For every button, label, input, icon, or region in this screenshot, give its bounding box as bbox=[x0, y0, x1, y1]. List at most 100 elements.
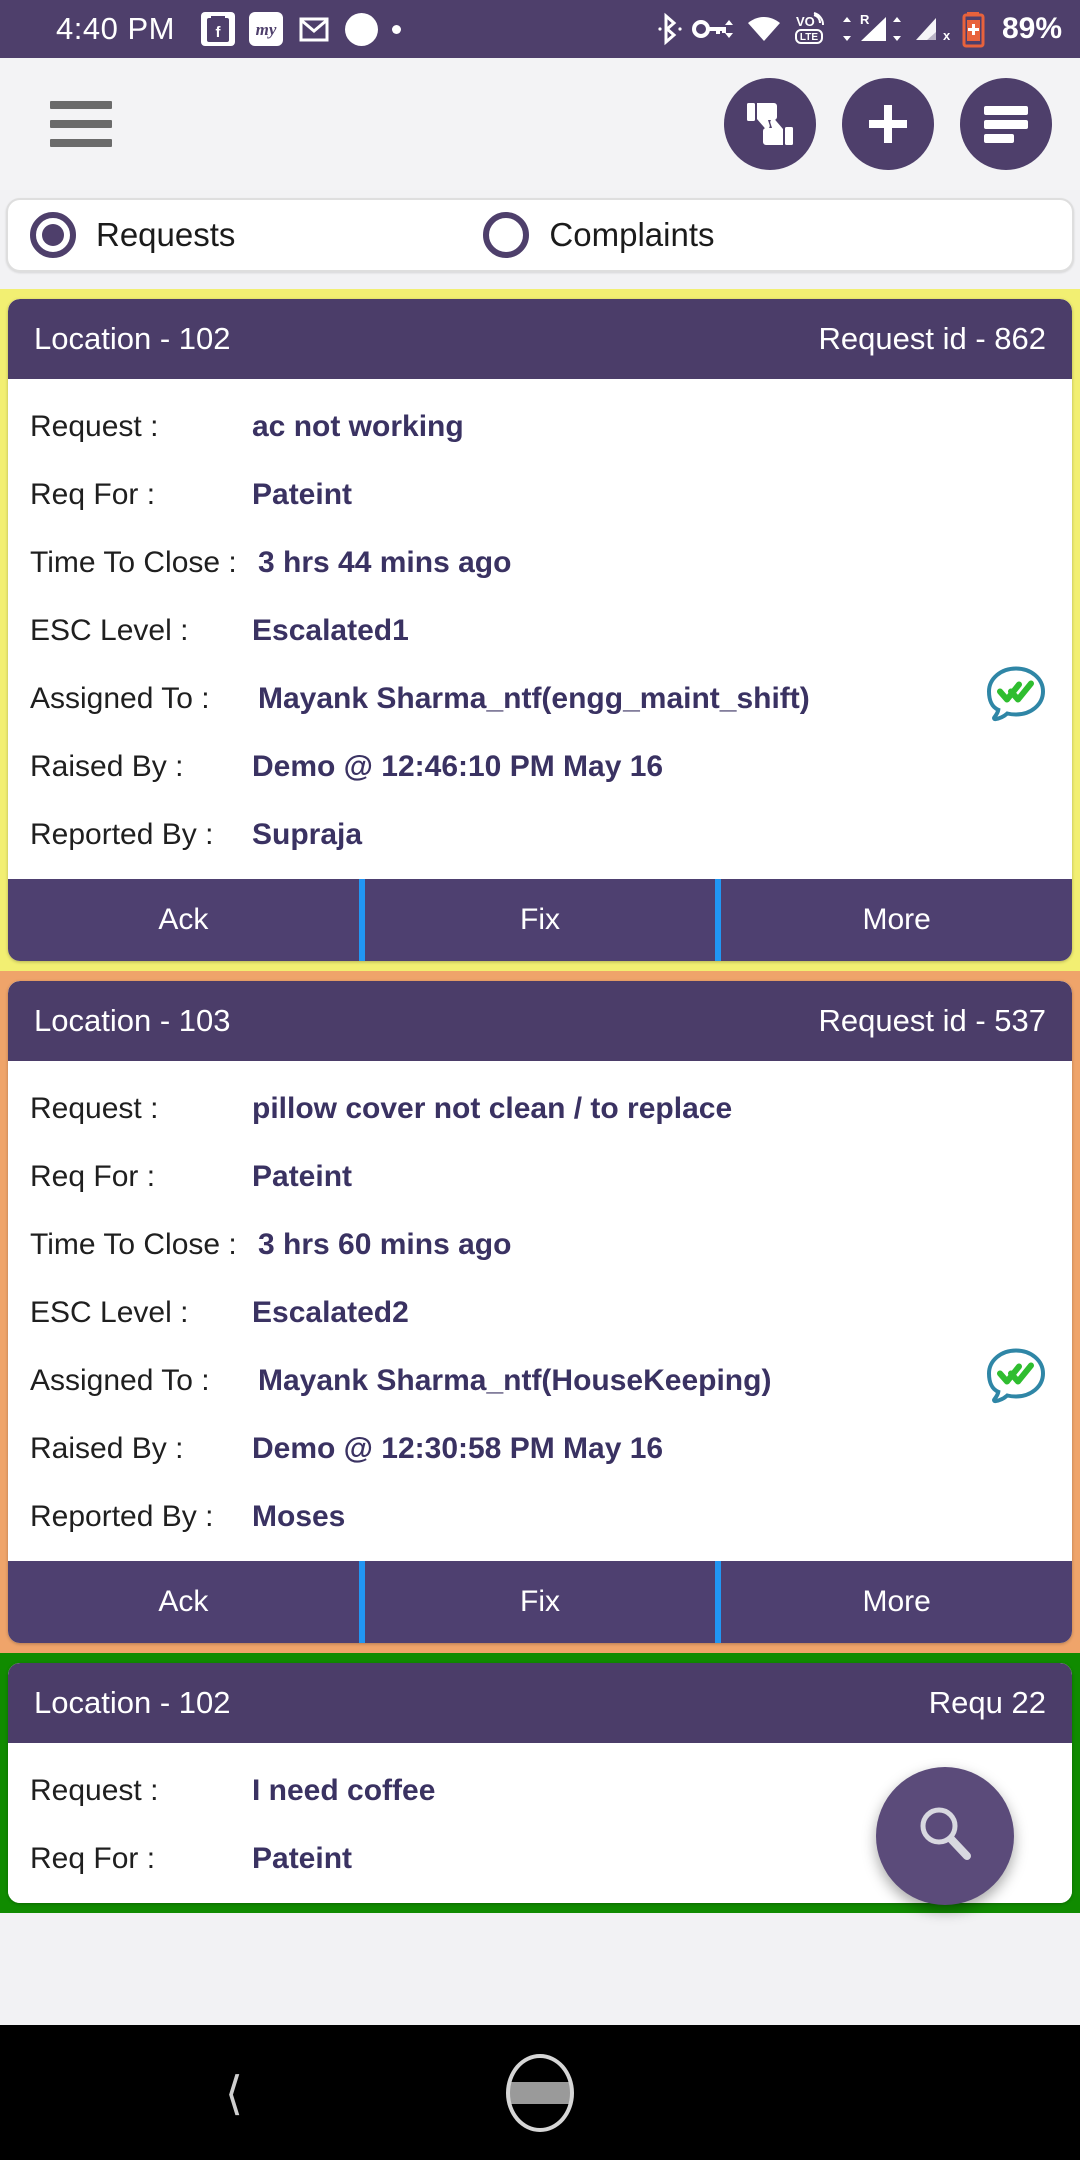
row-raised-by: Raised By : Demo @ 12:30:58 PM May 16 bbox=[8, 1415, 1072, 1483]
card-body: Request : pillow cover not clean / to re… bbox=[8, 1061, 1072, 1561]
status-bar-time: 4:40 PM bbox=[56, 11, 175, 46]
fix-button[interactable]: Fix bbox=[358, 1561, 716, 1643]
radio-selected-icon bbox=[30, 212, 76, 258]
filter-segmented-control: Requests Complaints bbox=[6, 198, 1074, 272]
value-time-to-close: 3 hrs 44 mins ago bbox=[258, 546, 512, 579]
value-request: I need coffee bbox=[252, 1774, 436, 1807]
row-request: Request : ac not working bbox=[8, 393, 1072, 461]
back-chevron-icon[interactable]: ⟨ bbox=[225, 2070, 243, 2116]
card-location: Location - 102 bbox=[34, 1685, 231, 1720]
label-req-for: Req For : bbox=[30, 478, 156, 511]
svg-text:LTE: LTE bbox=[800, 32, 818, 43]
list-lines-icon[interactable] bbox=[960, 78, 1052, 170]
battery-charging-icon bbox=[961, 10, 987, 48]
label-req-for: Req For : bbox=[30, 1842, 156, 1875]
value-reported-by: Moses bbox=[252, 1500, 346, 1533]
label-request: Request : bbox=[30, 1774, 159, 1807]
card-body: Request : ac not working Req For : Patei… bbox=[8, 379, 1072, 879]
thumbs-updown-icon[interactable] bbox=[724, 78, 816, 170]
row-reported-by: Reported By : Supraja bbox=[8, 801, 1072, 869]
svg-text:x: x bbox=[943, 28, 951, 43]
card-request-id: Request id - 537 bbox=[818, 1003, 1046, 1038]
status-bar-notification-icons: f my bbox=[200, 12, 401, 46]
whatsapp-double-tick-icon[interactable] bbox=[980, 1343, 1052, 1420]
card-header: Location - 103 Request id - 537 bbox=[8, 981, 1072, 1061]
home-pill-icon[interactable] bbox=[506, 2053, 574, 2132]
status-bar: 4:40 PM f my VO LTE R x 89% bbox=[0, 0, 1080, 58]
white-circle-icon bbox=[344, 12, 378, 46]
bluetooth-icon bbox=[657, 12, 683, 46]
label-req-for: Req For : bbox=[30, 1160, 156, 1193]
radio-label-complaints: Complaints bbox=[549, 216, 715, 253]
card-location: Location - 102 bbox=[34, 321, 231, 356]
value-request: pillow cover not clean / to replace bbox=[252, 1092, 733, 1125]
dot-icon bbox=[391, 24, 401, 34]
label-time-to-close: Time To Close : bbox=[30, 546, 237, 579]
search-fab-button[interactable] bbox=[876, 1767, 1014, 1905]
value-assigned-to: Mayank Sharma_ntf(engg_maint_shift) bbox=[258, 682, 810, 715]
fix-button[interactable]: Fix bbox=[358, 879, 716, 961]
svg-text:R: R bbox=[860, 12, 870, 27]
row-raised-by: Raised By : Demo @ 12:46:10 PM May 16 bbox=[8, 733, 1072, 801]
more-button[interactable]: More bbox=[715, 879, 1072, 961]
svg-text:VO: VO bbox=[796, 14, 815, 29]
svg-text:my: my bbox=[256, 20, 277, 39]
row-esc-level: ESC Level : Escalated2 bbox=[8, 1279, 1072, 1347]
radio-option-complaints[interactable]: Complaints bbox=[483, 212, 715, 258]
volte-icon: VO LTE bbox=[792, 11, 832, 47]
more-button[interactable]: More bbox=[715, 1561, 1072, 1643]
card-container: Location - 102 Request id - 862 Request … bbox=[8, 299, 1072, 961]
row-assigned-to: Assigned To : Mayank Sharma_ntf(engg_mai… bbox=[8, 665, 1072, 733]
gmail-icon bbox=[297, 12, 331, 46]
request-card-537: Location - 103 Request id - 537 Request … bbox=[0, 971, 1080, 1653]
card-header: Location - 102 Requ 22 bbox=[8, 1663, 1072, 1743]
plus-icon[interactable] bbox=[842, 78, 934, 170]
roaming-signal-icon: R bbox=[841, 11, 903, 47]
status-bar-system-icons: VO LTE R x 89% bbox=[657, 10, 1062, 48]
value-request: ac not working bbox=[252, 410, 464, 443]
card-header: Location - 102 Request id - 862 bbox=[8, 299, 1072, 379]
label-request: Request : bbox=[30, 410, 159, 443]
value-raised-by: Demo @ 12:30:58 PM May 16 bbox=[252, 1432, 664, 1465]
value-req-for: Pateint bbox=[252, 1842, 353, 1875]
radio-option-requests[interactable]: Requests bbox=[30, 212, 235, 258]
ack-button[interactable]: Ack bbox=[8, 879, 359, 961]
request-card-862: Location - 102 Request id - 862 Request … bbox=[0, 289, 1080, 971]
label-assigned-to: Assigned To : bbox=[30, 1364, 210, 1397]
label-assigned-to: Assigned To : bbox=[30, 682, 210, 715]
value-esc-level: Escalated2 bbox=[252, 1296, 409, 1329]
vpn-key-icon bbox=[691, 14, 736, 44]
label-esc-level: ESC Level : bbox=[30, 614, 189, 647]
row-req-for: Req For : Pateint bbox=[8, 461, 1072, 529]
phone-screen: 4:40 PM f my VO LTE R x 89% Requests Com… bbox=[0, 0, 1080, 2160]
makemytrip-icon: my bbox=[248, 12, 283, 46]
hamburger-icon[interactable] bbox=[50, 101, 112, 147]
wifi-icon bbox=[745, 14, 783, 44]
value-reported-by: Supraja bbox=[252, 818, 363, 851]
request-card-list[interactable]: Location - 102 Request id - 862 Request … bbox=[0, 289, 1080, 2025]
flipkart-icon: f bbox=[200, 12, 235, 46]
toolbar-actions bbox=[724, 78, 1052, 170]
label-time-to-close: Time To Close : bbox=[30, 1228, 237, 1261]
label-reported-by: Reported By : bbox=[30, 818, 214, 851]
row-time-to-close: Time To Close : 3 hrs 44 mins ago bbox=[8, 529, 1072, 597]
value-req-for: Pateint bbox=[252, 1160, 353, 1193]
radio-unselected-icon bbox=[483, 212, 530, 258]
row-reported-by: Reported By : Moses bbox=[8, 1483, 1072, 1551]
ack-button[interactable]: Ack bbox=[8, 1561, 359, 1643]
card-action-bar: Ack Fix More bbox=[8, 1561, 1072, 1643]
value-esc-level: Escalated1 bbox=[252, 614, 409, 647]
row-req-for: Req For : Pateint bbox=[8, 1143, 1072, 1211]
card-action-bar: Ack Fix More bbox=[8, 879, 1072, 961]
signal-off-icon: x bbox=[912, 12, 952, 46]
whatsapp-double-tick-icon[interactable] bbox=[980, 661, 1052, 738]
label-esc-level: ESC Level : bbox=[30, 1296, 189, 1329]
search-icon bbox=[912, 1801, 978, 1872]
card-request-id: Requ 22 bbox=[928, 1685, 1046, 1720]
card-request-id: Request id - 862 bbox=[818, 321, 1046, 356]
app-toolbar bbox=[0, 58, 1080, 190]
android-nav-bar: ⟨ bbox=[0, 2025, 1080, 2160]
label-raised-by: Raised By : bbox=[30, 750, 184, 783]
radio-label-requests: Requests bbox=[96, 216, 236, 253]
label-request: Request : bbox=[30, 1092, 159, 1125]
